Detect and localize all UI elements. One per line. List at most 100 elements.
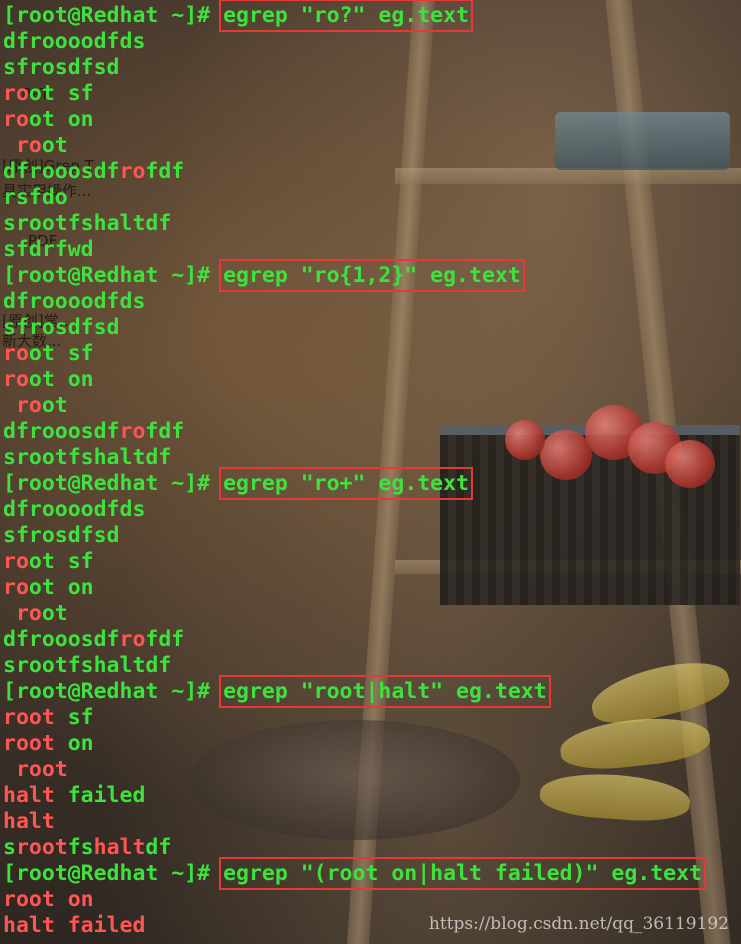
line-text: fs [67, 835, 94, 860]
highlighted-command: egrep "ro+" eg.text [219, 467, 474, 500]
line-text: [root@Redhat ~]# [3, 263, 224, 288]
line-text: s [3, 835, 16, 860]
match-highlight: ro [119, 419, 146, 444]
match-highlight: ro [3, 549, 29, 574]
output-line: sfrosdfsd [3, 55, 702, 81]
line-text: otfshaltdf [41, 211, 172, 236]
line-text: dfrooosdf [3, 627, 120, 652]
output-line: sfdrfwd [3, 237, 702, 263]
line-text: fdf [145, 419, 185, 444]
line-text: ot on [28, 367, 94, 392]
output-line: dfrooosdfrofdf [3, 627, 702, 653]
output-line: root on [3, 107, 702, 133]
line-text: sfrosdfsd [3, 315, 120, 340]
match-highlight: ro [3, 575, 29, 600]
line-text: sfrosdfsd [3, 55, 120, 80]
line-text: sf [54, 705, 94, 730]
line-text: srootfshaltdf [3, 653, 172, 678]
match-highlight: ro [3, 393, 42, 418]
output-line: root [3, 601, 702, 627]
output-line: root on [3, 731, 702, 757]
output-line: sfrosdfsd [3, 315, 702, 341]
line-text: dfrooosdf [3, 159, 120, 184]
match-highlight: ro [3, 367, 29, 392]
line-text: rsfdo [3, 185, 68, 210]
line-text: ot on [28, 107, 94, 132]
command-line: [root@Redhat ~]# egrep "root|halt" eg.te… [3, 675, 702, 708]
output-line: root [3, 393, 702, 419]
output-line: srootfshaltdf [3, 211, 702, 237]
output-line: root [3, 757, 702, 783]
line-text: [root@Redhat ~]# [3, 471, 224, 496]
match-highlight: ro [3, 107, 29, 132]
match-highlight: root [3, 731, 55, 756]
line-text: [root@Redhat ~]# [3, 861, 224, 886]
output-line: dfroooodfds [3, 497, 702, 523]
line-text: [root@Redhat ~]# [3, 3, 224, 28]
output-line: root sf [3, 341, 702, 367]
output-line: root on [3, 575, 702, 601]
highlighted-command: egrep "(root on|halt failed)" eg.text [219, 857, 706, 890]
line-text: dfroooodfds [3, 289, 146, 314]
terminal-window[interactable]: [原创]Grep T 具实用操作... PDF [原创]常... 新大数... … [0, 0, 741, 944]
line-text: dfroooodfds [3, 497, 146, 522]
output-line: srootfshaltdf [3, 445, 702, 471]
line-text: fdf [145, 627, 185, 652]
output-line: halt [3, 809, 702, 835]
output-line: root on [3, 887, 702, 913]
match-highlight: halt [93, 835, 146, 860]
line-text: ot sf [28, 341, 94, 366]
output-line: srootfshaltdf [3, 835, 702, 861]
line-text: ot sf [28, 549, 94, 574]
match-highlight: ro [3, 133, 42, 158]
command-line: [root@Redhat ~]# egrep "(root on|halt fa… [3, 857, 706, 890]
output-line: srootfshaltdf [3, 653, 702, 679]
output-line: rsfdo [3, 185, 702, 211]
output-line: root on [3, 367, 702, 393]
line-text: sfrosdfsd [3, 523, 120, 548]
match-highlight: ro [3, 601, 42, 626]
output-line: root sf [3, 705, 702, 731]
line-text: [root@Redhat ~]# [3, 679, 224, 704]
line-text: ot [41, 133, 68, 158]
line-text: sro [3, 211, 42, 236]
highlighted-command: egrep "ro?" eg.text [219, 0, 474, 32]
output-line: dfrooosdfrofdf [3, 419, 702, 445]
watermark: https://blog.csdn.net/qq_36119192 [428, 914, 729, 934]
match-highlight: root on [3, 887, 94, 912]
highlighted-command: egrep "root|halt" eg.text [219, 675, 551, 708]
output-line: sfrosdfsd [3, 523, 702, 549]
match-highlight: root [15, 835, 68, 860]
output-line: dfrooosdfrofdf [3, 159, 702, 185]
line-text: dfrooo [3, 29, 81, 54]
command-line: [root@Redhat ~]# egrep "ro{1,2}" eg.text [3, 259, 702, 292]
terminal-output: [root@Redhat ~]# egrep "ro?" eg.text dfro… [3, 0, 706, 939]
line-text: ot [41, 393, 68, 418]
line-text: df [145, 835, 172, 860]
command-line: [root@Redhat ~]# egrep "ro+" eg.text [3, 467, 702, 500]
match-highlight: halt [3, 809, 55, 834]
match-highlight: halt failed [3, 913, 146, 938]
line-text: ot sf [28, 81, 94, 106]
command-line: [root@Redhat ~]# egrep "ro?" eg.text [3, 0, 702, 32]
match-highlight: ro [3, 81, 29, 106]
match-highlight: root [15, 757, 68, 782]
line-text [3, 757, 16, 782]
line-text: sfdrfwd [3, 237, 94, 262]
output-line: halt failed [3, 783, 702, 809]
line-text: on [54, 731, 94, 756]
line-text: ot on [28, 575, 94, 600]
line-text: ot [41, 601, 68, 626]
match-highlight: ro [119, 159, 146, 184]
output-line: dfroooodfds [3, 289, 702, 315]
match-highlight: ro [119, 627, 146, 652]
output-line: root sf [3, 81, 702, 107]
line-text: dfrooosdf [3, 419, 120, 444]
match-highlight: root [3, 705, 55, 730]
match-highlight: ro [3, 341, 29, 366]
output-line: root sf [3, 549, 702, 575]
line-text: failed [54, 783, 146, 808]
line-text: srootfshaltdf [3, 445, 172, 470]
highlighted-command: egrep "ro{1,2}" eg.text [219, 259, 525, 292]
line-text: odfds [80, 29, 146, 54]
